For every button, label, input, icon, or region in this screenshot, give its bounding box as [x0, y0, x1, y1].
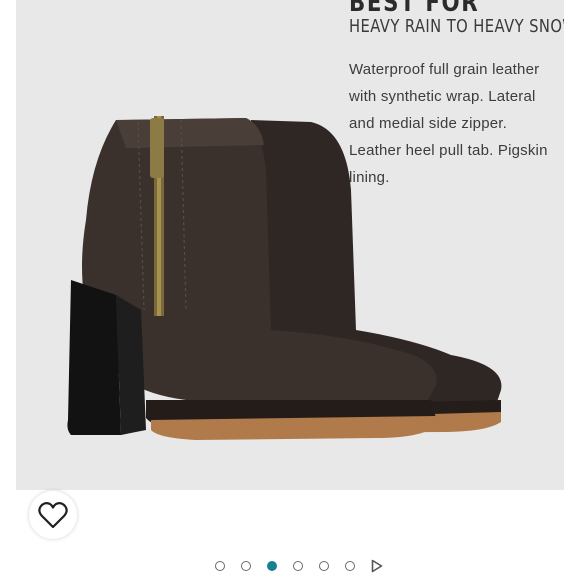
- gallery-dot-3[interactable]: [267, 561, 277, 571]
- favorite-button[interactable]: [29, 491, 77, 539]
- gallery-pagination: [0, 556, 580, 576]
- gallery-dot-1[interactable]: [215, 561, 225, 571]
- gallery-slide[interactable]: BEST FOR HEAVY RAIN TO HEAVY SNOW Waterp…: [16, 0, 564, 490]
- heart-outline-icon: [38, 502, 68, 529]
- gallery-dot-6[interactable]: [345, 561, 355, 571]
- product-gallery: BEST FOR HEAVY RAIN TO HEAVY SNOW Waterp…: [0, 0, 580, 580]
- next-slide-button[interactable]: [371, 559, 383, 573]
- feature-subheading: HEAVY RAIN TO HEAVY SNOW: [349, 16, 564, 37]
- front-boot: [67, 116, 437, 440]
- gallery-dot-4[interactable]: [293, 561, 303, 571]
- boot-image: [67, 116, 502, 440]
- gallery-dot-2[interactable]: [241, 561, 251, 571]
- gallery-dot-5[interactable]: [319, 561, 329, 571]
- play-triangle-icon: [371, 559, 383, 573]
